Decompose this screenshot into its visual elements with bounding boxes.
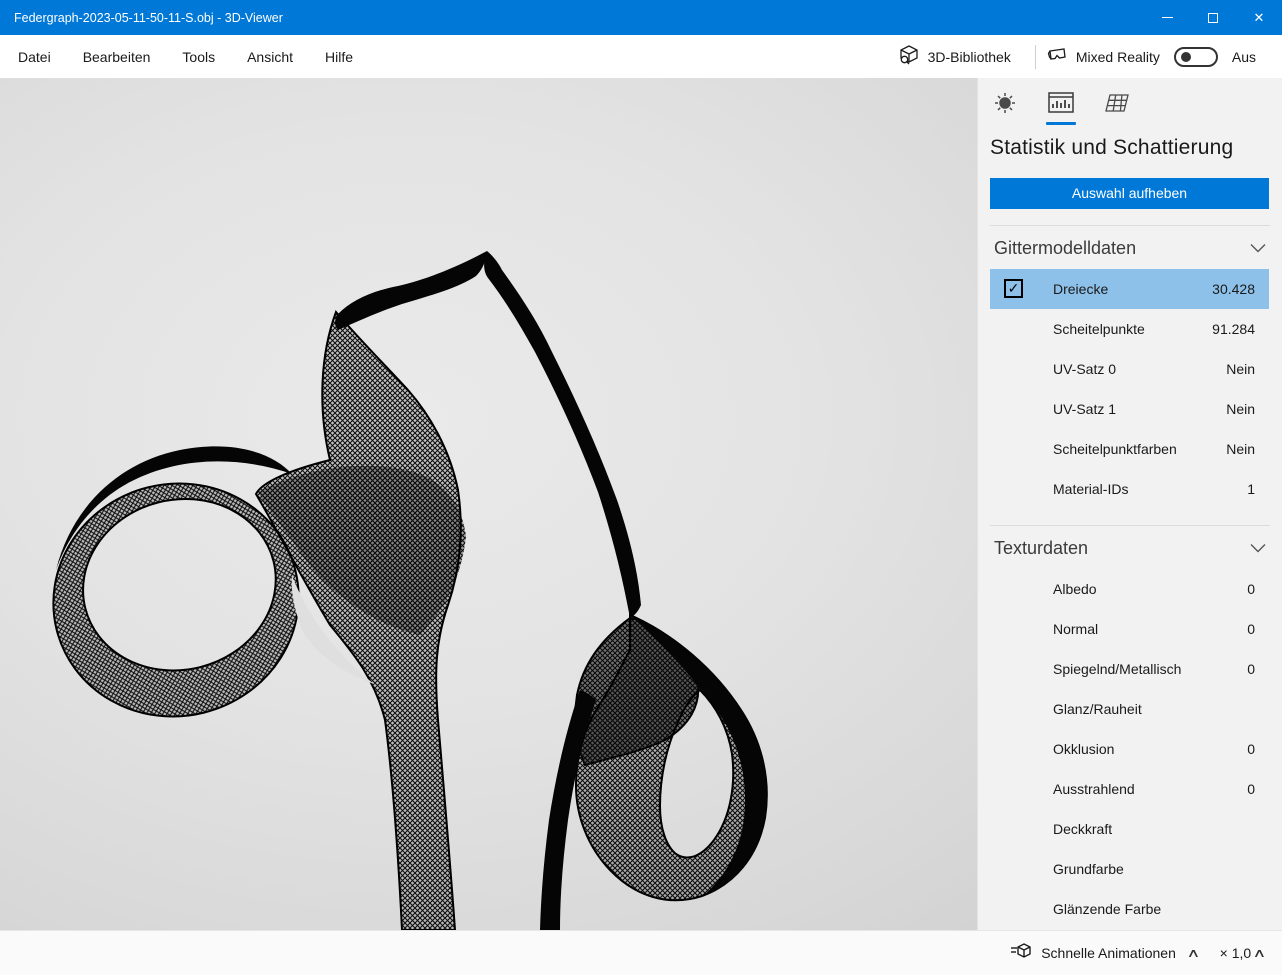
speed-label: × 1,0 — [1220, 945, 1252, 961]
maximize-button[interactable] — [1190, 0, 1236, 35]
stat-row[interactable]: UV-Satz 1Nein — [990, 389, 1269, 429]
3d-viewport[interactable] — [0, 78, 977, 930]
row-value: 0 — [1247, 781, 1255, 797]
row-label: Ausstrahlend — [1053, 781, 1247, 797]
menu-item-hilfe[interactable]: Hilfe — [311, 35, 367, 78]
row-label: Grundfarbe — [1053, 861, 1255, 877]
tab-statistics[interactable] — [1044, 90, 1078, 125]
animations-icon — [1010, 942, 1032, 965]
row-label: Spiegelnd/Metallisch — [1053, 661, 1247, 677]
stat-row[interactable]: Glänzende Farbe — [990, 889, 1269, 929]
row-label: Scheitelpunkte — [1053, 321, 1212, 337]
stat-row[interactable]: UV-Satz 0Nein — [990, 349, 1269, 389]
toggle-knob — [1181, 52, 1191, 62]
stat-row[interactable]: ✓ Dreiecke30.428 — [990, 269, 1269, 309]
minimize-icon — [1162, 17, 1173, 18]
mixed-reality-toggle[interactable] — [1174, 47, 1218, 67]
chevron-down-icon — [1250, 540, 1266, 558]
statistics-icon — [1047, 90, 1075, 116]
row-value: 0 — [1247, 621, 1255, 637]
stat-row[interactable]: Material-IDs1 — [990, 469, 1269, 509]
maximize-icon — [1208, 13, 1218, 23]
mixed-reality-icon — [1046, 44, 1068, 69]
close-button[interactable]: ✕ — [1236, 0, 1282, 35]
mixed-reality-label: Mixed Reality — [1076, 49, 1160, 65]
section-header[interactable]: Gittermodelldaten — [978, 226, 1282, 269]
stat-row[interactable]: Albedo0 — [990, 569, 1269, 609]
row-value: Nein — [1226, 401, 1255, 417]
3d-library-label: 3D-Bibliothek — [928, 49, 1011, 65]
section-title: Texturdaten — [994, 538, 1088, 559]
stat-row[interactable]: Spiegelnd/Metallisch0 — [990, 649, 1269, 689]
section-title: Gittermodelldaten — [994, 238, 1136, 259]
stat-row[interactable]: Glanz/Rauheit — [990, 689, 1269, 729]
mixed-reality-group: Mixed Reality Aus — [1046, 44, 1282, 69]
sun-icon — [992, 90, 1018, 116]
tab-wireframe[interactable] — [1100, 90, 1134, 116]
row-value: 30.428 — [1212, 281, 1255, 297]
deselect-button[interactable]: Auswahl aufheben — [990, 178, 1269, 209]
panel-tabs — [978, 78, 1282, 128]
menu-item-ansicht[interactable]: Ansicht — [233, 35, 307, 78]
tab-lighting[interactable] — [988, 90, 1022, 116]
menu-divider — [1035, 45, 1036, 69]
row-label: Scheitelpunktfarben — [1053, 441, 1226, 457]
title-bar: Federgraph-2023-05-11-50-11-S.obj - 3D-V… — [0, 0, 1282, 35]
app-window: Federgraph-2023-05-11-50-11-S.obj - 3D-V… — [0, 0, 1282, 975]
row-label: Normal — [1053, 621, 1247, 637]
row-label: UV-Satz 1 — [1053, 401, 1226, 417]
close-icon: ✕ — [1254, 11, 1265, 24]
animations-label: Schnelle Animationen — [1041, 945, 1176, 961]
section-header[interactable]: Texturdaten — [978, 526, 1282, 569]
menu-bar: DateiBearbeitenToolsAnsichtHilfe 3D-Bibl… — [0, 35, 1282, 78]
window-title: Federgraph-2023-05-11-50-11-S.obj - 3D-V… — [0, 11, 1144, 25]
stat-row[interactable]: Grundfarbe — [990, 849, 1269, 889]
row-checkbox[interactable]: ✓ — [1004, 279, 1023, 298]
row-value: 0 — [1247, 581, 1255, 597]
3d-model-ribbon — [0, 78, 977, 930]
row-label: Material-IDs — [1053, 481, 1247, 497]
row-label: Dreiecke — [1053, 281, 1212, 297]
row-label: Okklusion — [1053, 741, 1247, 757]
row-label: Glänzende Farbe — [1053, 901, 1255, 917]
row-value: 0 — [1247, 741, 1255, 757]
mixed-reality-state-label: Aus — [1232, 49, 1256, 65]
grid-icon — [1103, 90, 1131, 116]
menu-item-datei[interactable]: Datei — [4, 35, 65, 78]
row-value: Nein — [1226, 441, 1255, 457]
row-value: 0 — [1247, 661, 1255, 677]
3d-library-icon — [898, 44, 920, 69]
menu-item-bearbeiten[interactable]: Bearbeiten — [69, 35, 165, 78]
stat-row[interactable]: Ausstrahlend0 — [990, 769, 1269, 809]
tab-selected-underline — [1046, 122, 1076, 125]
stat-row[interactable]: Okklusion0 — [990, 729, 1269, 769]
row-value: Nein — [1226, 361, 1255, 377]
row-label: Glanz/Rauheit — [1053, 701, 1255, 717]
row-label: Albedo — [1053, 581, 1247, 597]
stat-row[interactable]: Deckkraft — [990, 809, 1269, 849]
row-label: Deckkraft — [1053, 821, 1255, 837]
animations-button[interactable]: Schnelle Animationen ∧ — [1010, 942, 1201, 965]
stat-row[interactable]: ScheitelpunktfarbenNein — [990, 429, 1269, 469]
stat-row[interactable]: Normal0 — [990, 609, 1269, 649]
panel-heading: Statistik und Schattierung — [978, 128, 1282, 160]
menu-item-tools[interactable]: Tools — [168, 35, 229, 78]
3d-library-button[interactable]: 3D-Bibliothek — [884, 44, 1025, 69]
bottom-bar: Schnelle Animationen ∧ × 1,0 ∧ — [0, 930, 1282, 975]
speed-chevron-up-icon: ∧ — [1253, 946, 1267, 960]
row-value: 1 — [1247, 481, 1255, 497]
row-value: 91.284 — [1212, 321, 1255, 337]
stats-panel: Statistik und Schattierung Auswahl aufhe… — [977, 78, 1282, 930]
chevron-down-icon — [1250, 240, 1266, 258]
minimize-button[interactable] — [1144, 0, 1190, 35]
speed-selector[interactable]: × 1,0 ∧ — [1220, 945, 1268, 961]
row-label: UV-Satz 0 — [1053, 361, 1226, 377]
stat-row[interactable]: Scheitelpunkte91.284 — [990, 309, 1269, 349]
animations-chevron-up-icon: ∧ — [1186, 946, 1200, 960]
